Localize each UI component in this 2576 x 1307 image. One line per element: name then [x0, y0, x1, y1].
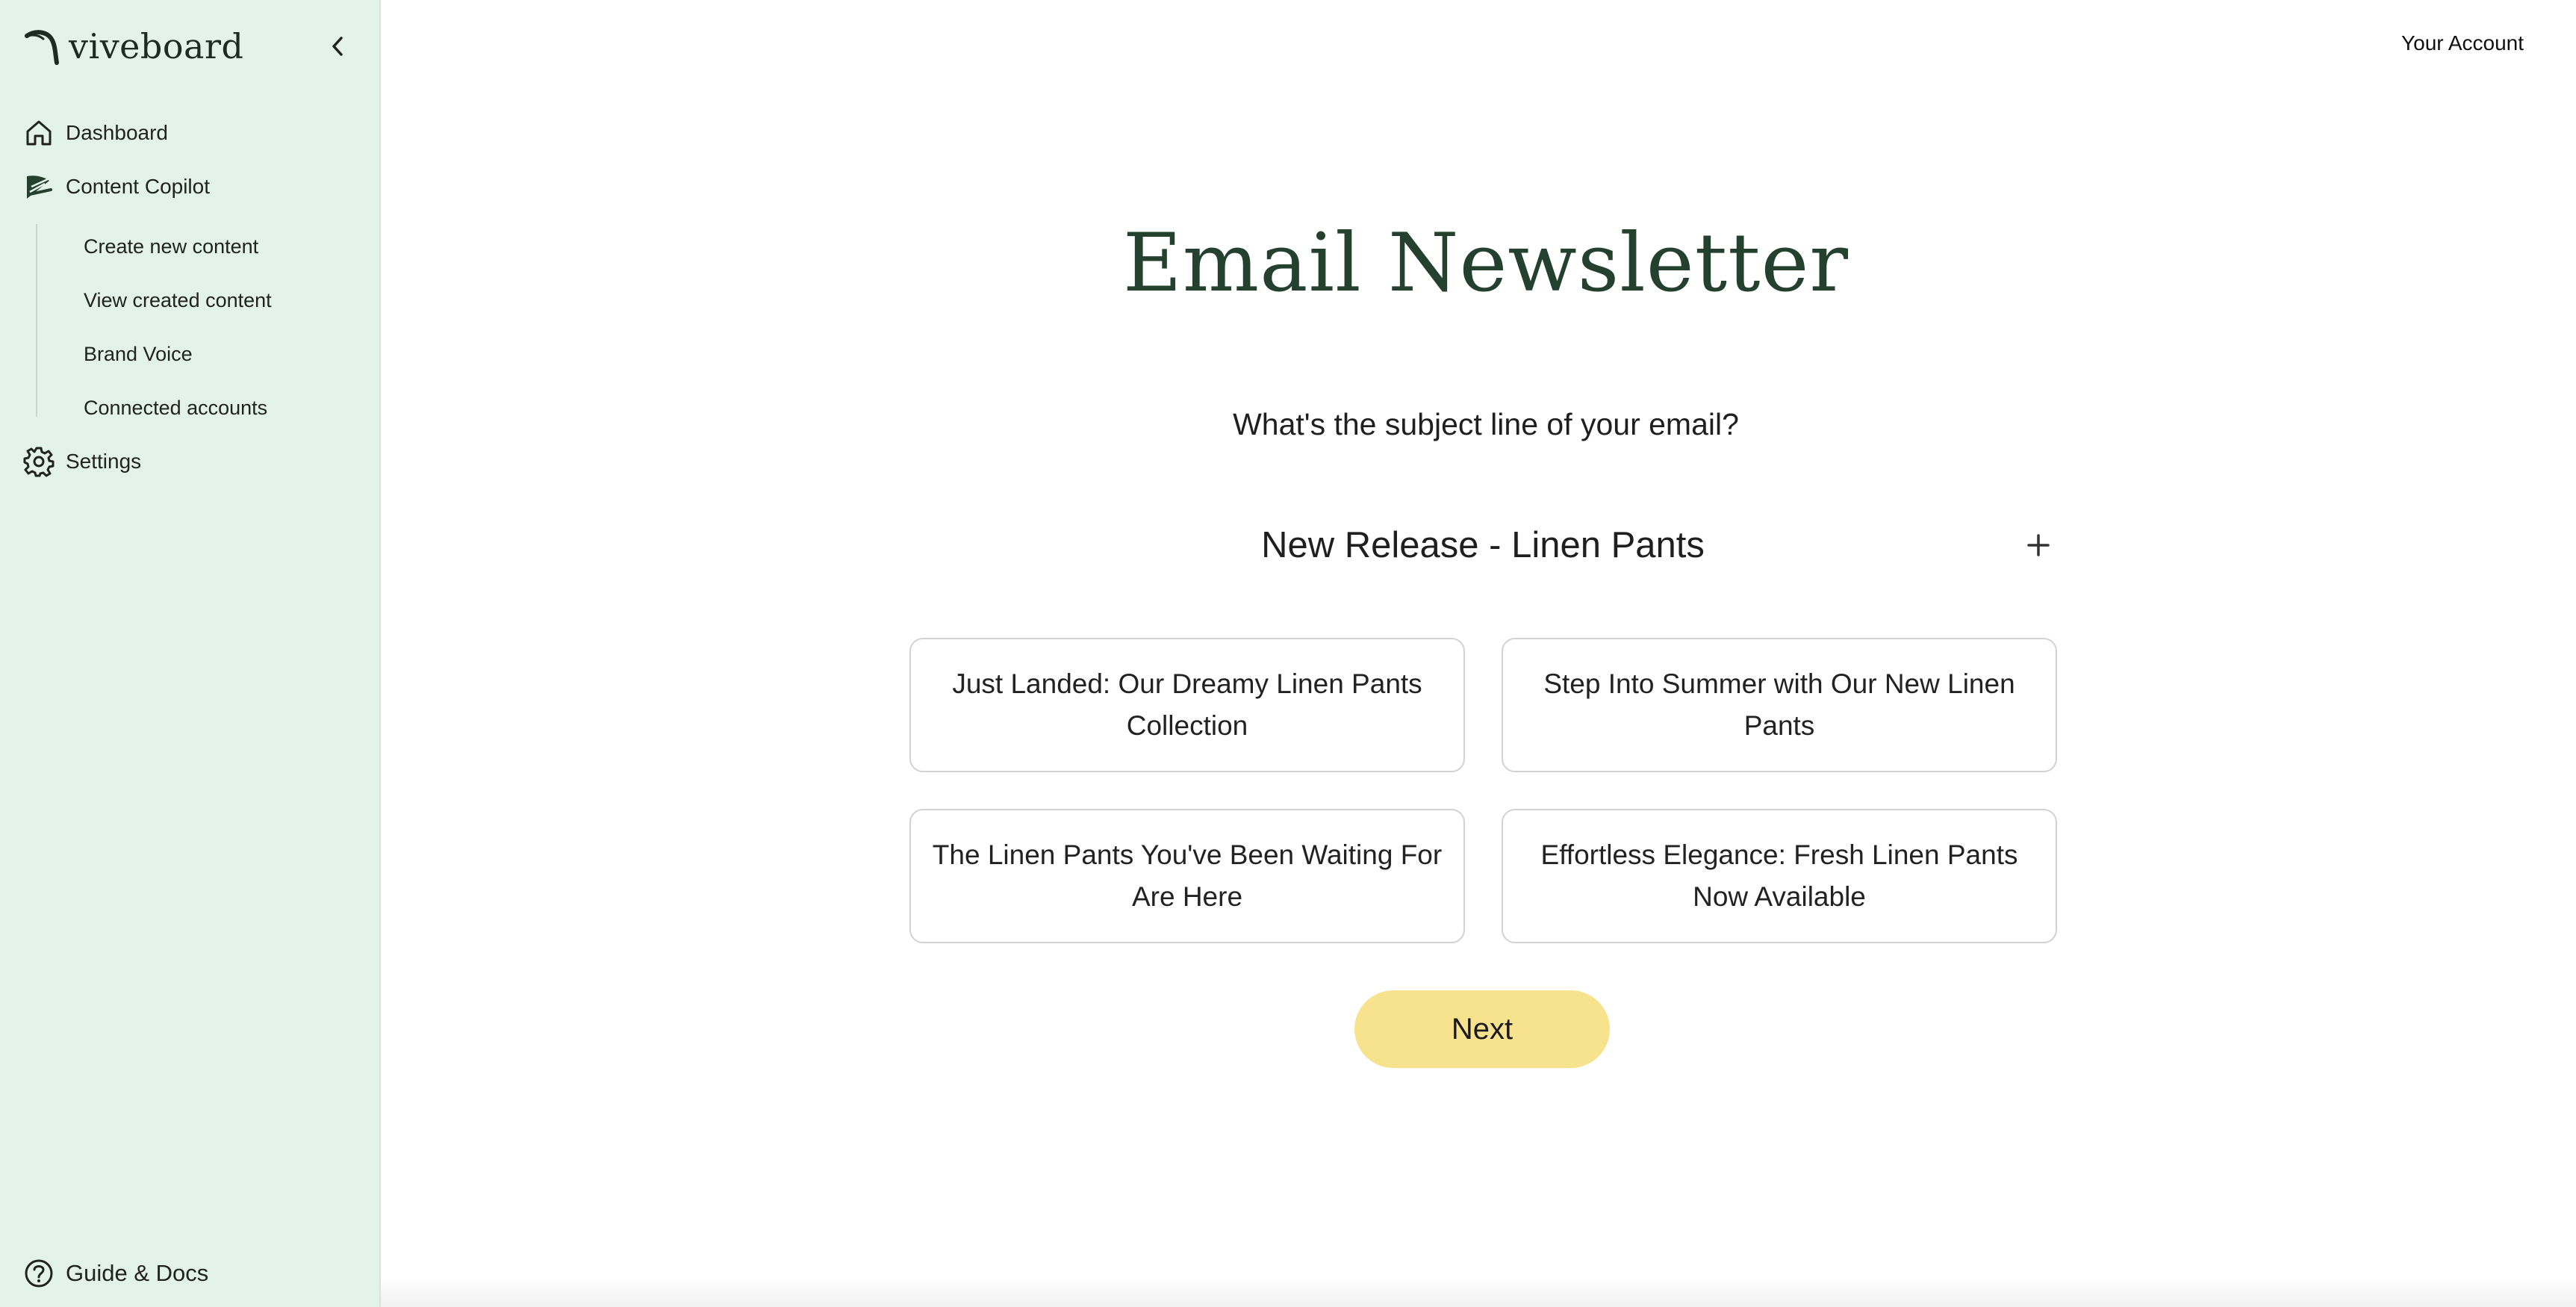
brand[interactable]: viveboard: [22, 22, 243, 70]
add-subject-button[interactable]: [2019, 526, 2058, 565]
plus-icon: [2027, 534, 2050, 556]
subnav-divider: [36, 224, 37, 417]
sidebar: viveboard Dashboard Content Copilot Crea…: [0, 0, 381, 1307]
bottom-shadow: [381, 1277, 2576, 1307]
chevron-left-icon: [332, 37, 343, 56]
page-title: Email Newsletter: [1122, 217, 1849, 310]
subnav-item-create-new-content[interactable]: Create new content: [84, 228, 258, 265]
subnav-item-view-created-content[interactable]: View created content: [84, 282, 272, 319]
guide-docs-label: Guide & Docs: [66, 1260, 209, 1286]
subject-suggestion-card[interactable]: Step Into Summer with Our New Linen Pant…: [1502, 638, 2057, 772]
subnav-item-connected-accounts[interactable]: Connected accounts: [84, 389, 267, 426]
subject-suggestion-card[interactable]: Just Landed: Our Dreamy Linen Pants Coll…: [909, 638, 1465, 772]
help-circle-icon: [22, 1257, 55, 1290]
sidebar-item-label: Dashboard: [66, 121, 168, 144]
subject-line-input[interactable]: [908, 515, 2058, 575]
brand-name: viveboard: [69, 26, 244, 66]
your-account-link[interactable]: Your Account: [2401, 31, 2524, 55]
sidebar-item-dashboard[interactable]: Dashboard: [22, 112, 168, 154]
sidebar-item-label: Settings: [66, 450, 142, 473]
subject-suggestion-card[interactable]: The Linen Pants You've Been Waiting For …: [909, 809, 1465, 943]
sidebar-item-settings[interactable]: Settings: [22, 441, 141, 482]
guide-docs-link[interactable]: Guide & Docs: [22, 1252, 208, 1294]
subject-suggestion-card[interactable]: Effortless Elegance: Fresh Linen Pants N…: [1502, 809, 2057, 943]
viveboard-logo-icon: [25, 30, 59, 65]
subnav-item-brand-voice[interactable]: Brand Voice: [84, 335, 193, 373]
sidebar-item-content-copilot[interactable]: Content Copilot: [22, 166, 210, 208]
next-button[interactable]: Next: [1354, 990, 1610, 1068]
home-icon: [22, 117, 55, 149]
gear-icon: [22, 445, 55, 478]
feather-icon: [22, 170, 55, 203]
sidebar-item-label: Content Copilot: [66, 175, 211, 198]
collapse-sidebar-button[interactable]: [323, 31, 352, 61]
subject-question: What's the subject line of your email?: [1233, 407, 1739, 441]
subject-line-row: [908, 515, 2058, 575]
